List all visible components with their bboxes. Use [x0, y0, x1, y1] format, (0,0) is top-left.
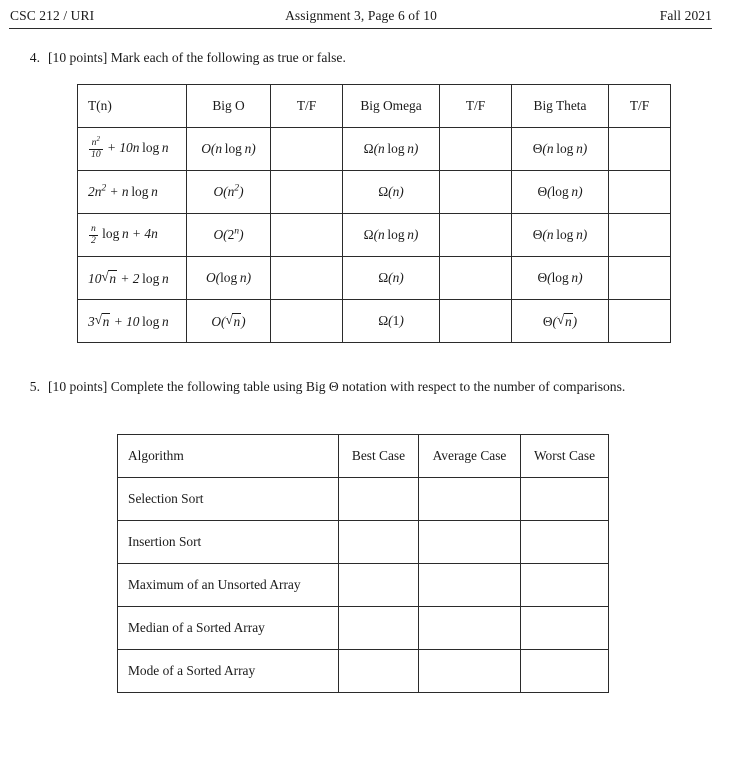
cell-big-theta: Θ(log n) — [511, 256, 609, 300]
header-assignment: Assignment 3, Page 6 of 10 — [285, 8, 437, 23]
cell-tf-2[interactable] — [439, 170, 512, 214]
cell-big-omega: Ω(1) — [342, 299, 440, 343]
cell-average-case[interactable] — [418, 649, 521, 693]
page-running-header: CSC 212 / URI Assignment 3, Page 6 of 10… — [10, 8, 712, 30]
cell-big-omega: Ω(n log n) — [342, 127, 440, 171]
column-header-big-o: Big O — [186, 84, 271, 128]
column-header-big-theta: Big Theta — [511, 84, 609, 128]
cell-big-omega: Ω(n) — [342, 256, 440, 300]
cell-tf-3[interactable] — [608, 299, 671, 343]
cell-tn: n2 10 + 10n log n — [77, 127, 187, 171]
table-row: 10n + 2 log n O(log n) Ω(n) Θ(log n) — [77, 256, 671, 300]
cell-worst-case[interactable] — [520, 606, 609, 650]
cell-tf-3[interactable] — [608, 127, 671, 171]
cell-worst-case[interactable] — [520, 477, 609, 521]
cell-big-o: O(n) — [186, 299, 271, 343]
problem-5: 5. [10 points] Complete the following ta… — [18, 379, 625, 396]
cell-best-case[interactable] — [338, 563, 419, 607]
cell-big-o: O(n log n) — [186, 127, 271, 171]
cell-average-case[interactable] — [418, 520, 521, 564]
cell-tf-3[interactable] — [608, 213, 671, 257]
cell-tn: 3n + 10 log n — [77, 299, 187, 343]
cell-big-theta: Θ(n log n) — [511, 127, 609, 171]
cell-algorithm: Mode of a Sorted Array — [117, 649, 339, 693]
table-row: Median of a Sorted Array — [117, 606, 609, 650]
cell-tf-1[interactable] — [270, 213, 343, 257]
cell-algorithm: Median of a Sorted Array — [117, 606, 339, 650]
assignment-page: CSC 212 / URI Assignment 3, Page 6 of 10… — [0, 0, 744, 763]
table-row: n2 10 + 10n log n O(n log n) Ω(n log n) Θ… — [77, 127, 671, 171]
cell-algorithm: Selection Sort — [117, 477, 339, 521]
table-row: Mode of a Sorted Array — [117, 649, 609, 693]
cell-average-case[interactable] — [418, 563, 521, 607]
cell-algorithm: Maximum of an Unsorted Array — [117, 563, 339, 607]
column-header-tf-1: T/F — [270, 84, 343, 128]
cell-big-o: O(2n) — [186, 213, 271, 257]
cell-big-o: O(log n) — [186, 256, 271, 300]
big-theta-table: Algorithm Best Case Average Case Worst C… — [117, 434, 609, 693]
cell-best-case[interactable] — [338, 649, 419, 693]
cell-tn: n2 log n + 4n — [77, 213, 187, 257]
cell-worst-case[interactable] — [520, 563, 609, 607]
problem-4: 4. [10 points] Mark each of the followin… — [18, 50, 346, 67]
table-row: Maximum of an Unsorted Array — [117, 563, 609, 607]
problem-5-statement: [10 points] Complete the following table… — [48, 379, 625, 396]
problem-5-number: 5. — [29, 379, 40, 394]
column-header-tn: T(n) — [77, 84, 187, 128]
cell-tf-2[interactable] — [439, 213, 512, 257]
header-course: CSC 212 / URI — [10, 8, 95, 23]
cell-big-o: O(n2) — [186, 170, 271, 214]
cell-big-omega: Ω(n log n) — [342, 213, 440, 257]
cell-average-case[interactable] — [418, 606, 521, 650]
table-row: 3n + 10 log n O(n) Ω(1) Θ(n) — [77, 299, 671, 343]
column-header-tf-3: T/F — [608, 84, 671, 128]
table-header-row: Algorithm Best Case Average Case Worst C… — [117, 434, 609, 478]
cell-tf-1[interactable] — [270, 127, 343, 171]
cell-big-theta: Θ(log n) — [511, 170, 609, 214]
cell-tf-2[interactable] — [439, 256, 512, 300]
table-row: n2 log n + 4n O(2n) Ω(n log n) Θ(n log n… — [77, 213, 671, 257]
header-rule — [9, 28, 712, 29]
cell-average-case[interactable] — [418, 477, 521, 521]
cell-worst-case[interactable] — [520, 520, 609, 564]
problem-4-number: 4. — [29, 50, 40, 65]
table-row: Insertion Sort — [117, 520, 609, 564]
cell-algorithm: Insertion Sort — [117, 520, 339, 564]
cell-tf-3[interactable] — [608, 170, 671, 214]
column-header-big-omega: Big Omega — [342, 84, 440, 128]
column-header-algorithm: Algorithm — [117, 434, 339, 478]
column-header-tf-2: T/F — [439, 84, 512, 128]
column-header-average-case: Average Case — [418, 434, 521, 478]
cell-tf-1[interactable] — [270, 170, 343, 214]
cell-tf-2[interactable] — [439, 127, 512, 171]
cell-tf-3[interactable] — [608, 256, 671, 300]
column-header-best-case: Best Case — [338, 434, 419, 478]
cell-tn: 2n2 + n log n — [77, 170, 187, 214]
cell-best-case[interactable] — [338, 606, 419, 650]
cell-worst-case[interactable] — [520, 649, 609, 693]
cell-best-case[interactable] — [338, 520, 419, 564]
cell-tn: 10n + 2 log n — [77, 256, 187, 300]
column-header-worst-case: Worst Case — [520, 434, 609, 478]
cell-tf-2[interactable] — [439, 299, 512, 343]
header-term: Fall 2021 — [659, 8, 712, 23]
table-row: Selection Sort — [117, 477, 609, 521]
true-false-table: T(n) Big O T/F Big Omega T/F Big Theta T… — [77, 84, 671, 343]
table-row: 2n2 + n log n O(n2) Ω(n) Θ(log n) — [77, 170, 671, 214]
cell-big-theta: Θ(n log n) — [511, 213, 609, 257]
cell-big-theta: Θ(n) — [511, 299, 609, 343]
cell-big-omega: Ω(n) — [342, 170, 440, 214]
problem-5-text: Complete the following table using Big Θ… — [110, 379, 626, 394]
problem-4-statement: [10 points] Mark each of the following a… — [48, 50, 346, 67]
cell-tf-1[interactable] — [270, 256, 343, 300]
problem-4-text: Mark each of the following as true or fa… — [110, 50, 346, 65]
cell-tf-1[interactable] — [270, 299, 343, 343]
problem-4-points: [10 points] — [48, 50, 108, 65]
table-header-row: T(n) Big O T/F Big Omega T/F Big Theta T… — [77, 84, 671, 128]
cell-best-case[interactable] — [338, 477, 419, 521]
problem-5-points: [10 points] — [48, 379, 108, 394]
